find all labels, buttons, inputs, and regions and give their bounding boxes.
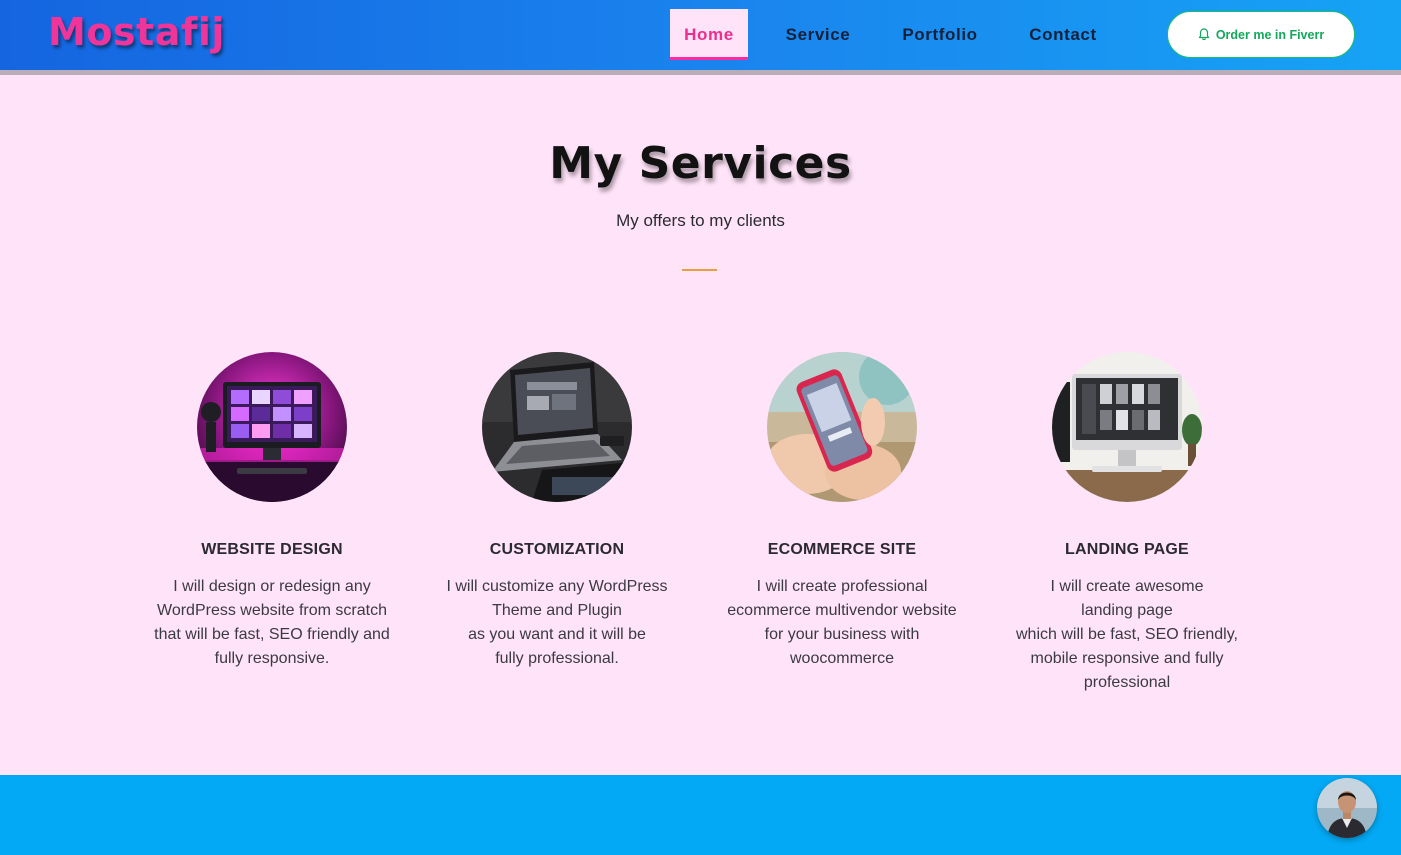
description-line: mobile responsive and fully — [1030, 650, 1224, 667]
navbar-divider — [0, 70, 1401, 75]
service-card-description: I will create awesome landing page which… — [997, 575, 1257, 695]
description-line: I will create awesome — [1050, 578, 1204, 595]
description-line: Theme and Plugin — [492, 602, 622, 619]
service-card-description: I will create professional ecommerce mul… — [712, 575, 972, 671]
description-line: landing page — [1081, 602, 1173, 619]
nav-item-portfolio[interactable]: Portfolio — [900, 9, 980, 60]
description-line: as you want and it will be — [468, 626, 646, 643]
description-line: fully professional. — [495, 650, 619, 667]
service-card-description: I will customize any WordPress Theme and… — [427, 575, 687, 671]
service-card-title: CUSTOMIZATION — [489, 541, 625, 558]
section-title: My Services — [549, 138, 852, 189]
service-card-description: I will design or redesign any WordPress … — [142, 575, 402, 671]
section-divider — [682, 269, 717, 271]
description-line: I will design or redesign any — [173, 578, 371, 595]
brand-logo[interactable]: Mostafij — [48, 10, 225, 54]
description-line: woocommerce — [789, 650, 895, 667]
imac-white-desk-image — [1052, 352, 1202, 502]
nav-item-home[interactable]: Home — [670, 9, 748, 60]
service-card-title: LANDING PAGE — [1065, 541, 1189, 558]
description-line: fully responsive. — [214, 650, 330, 667]
nav-item-contact[interactable]: Contact — [1028, 9, 1098, 60]
bell-icon — [1198, 28, 1209, 41]
description-line: which will be fast, SEO friendly, — [1015, 626, 1238, 643]
description-line: professional — [1083, 674, 1171, 691]
description-line: WordPress website from scratch — [157, 602, 387, 619]
next-section-band — [0, 775, 1401, 855]
chat-avatar[interactable] — [1317, 778, 1377, 838]
imac-purple-desk-image — [197, 352, 347, 502]
description-line: ecommerce multivendor website — [727, 602, 957, 619]
section-subtitle: My offers to my clients — [616, 211, 785, 230]
top-navbar: Mostafij Home Service Portfolio Contact … — [0, 0, 1401, 70]
order-fiverr-button[interactable]: Order me in Fiverr — [1167, 11, 1355, 58]
phone-in-hand-image — [767, 352, 917, 502]
service-card-title: WEBSITE DESIGN — [201, 541, 343, 558]
description-line: I will customize any WordPress — [446, 578, 668, 595]
service-card-title: ECOMMERCE SITE — [767, 541, 917, 558]
nav-item-service[interactable]: Service — [783, 9, 853, 60]
description-line: that will be fast, SEO friendly and — [154, 626, 390, 643]
order-fiverr-label: Order me in Fiverr — [1215, 27, 1325, 42]
description-line: for your business with — [764, 626, 920, 643]
laptop-dark-desk-image — [482, 352, 632, 502]
description-line: I will create professional — [756, 578, 928, 595]
